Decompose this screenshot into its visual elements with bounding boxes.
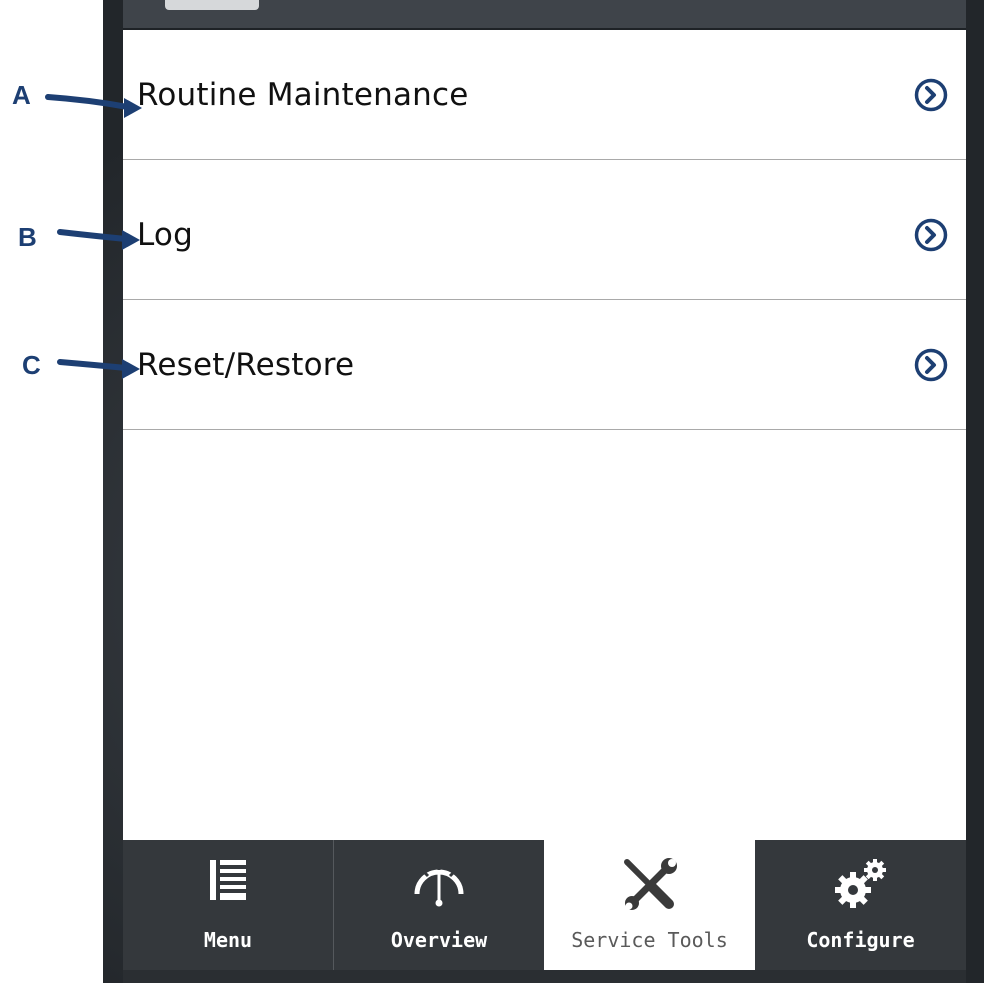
- gauge-icon: [414, 864, 464, 907]
- bottom-bezel-strip: [123, 970, 966, 983]
- menu-item-routine-maintenance[interactable]: Routine Maintenance: [123, 30, 966, 160]
- nav-tab-service-tools[interactable]: Service Tools: [544, 840, 755, 970]
- chevron-right-circle-icon[interactable]: [914, 78, 948, 112]
- list-menu-icon: [210, 860, 246, 900]
- nav-tab-label: Menu: [203, 928, 253, 952]
- service-tools-screen: Routine Maintenance Log Reset/Restore: [123, 30, 966, 840]
- header-tab-stub: [165, 0, 259, 10]
- chevron-right-circle-icon[interactable]: [914, 348, 948, 382]
- nav-tab-label: Overview: [390, 928, 488, 952]
- nav-tab-menu[interactable]: Menu: [123, 840, 334, 970]
- chevron-right-circle-icon[interactable]: [914, 218, 948, 252]
- nav-tab-label: Configure: [806, 928, 915, 952]
- annotation-arrows: [45, 94, 142, 379]
- nav-tab-label: Service Tools: [571, 928, 728, 952]
- gears-icon: [834, 859, 886, 908]
- menu-item-label: Reset/Restore: [137, 346, 355, 383]
- menu-item-reset-restore[interactable]: Reset/Restore: [123, 300, 966, 430]
- wrench-screwdriver-icon: [623, 858, 677, 910]
- annotation-arrow-b: [57, 229, 140, 250]
- nav-tab-configure[interactable]: Configure: [755, 840, 966, 970]
- nav-tab-overview[interactable]: Overview: [334, 840, 544, 970]
- annotation-arrow-a: [45, 94, 142, 118]
- annotation-arrow-c: [57, 359, 140, 379]
- bottom-navigation: Menu Overview Service Tools Configure: [123, 840, 966, 970]
- menu-item-log[interactable]: Log: [123, 170, 966, 300]
- menu-item-label: Routine Maintenance: [137, 76, 469, 113]
- top-header-strip: [123, 0, 966, 30]
